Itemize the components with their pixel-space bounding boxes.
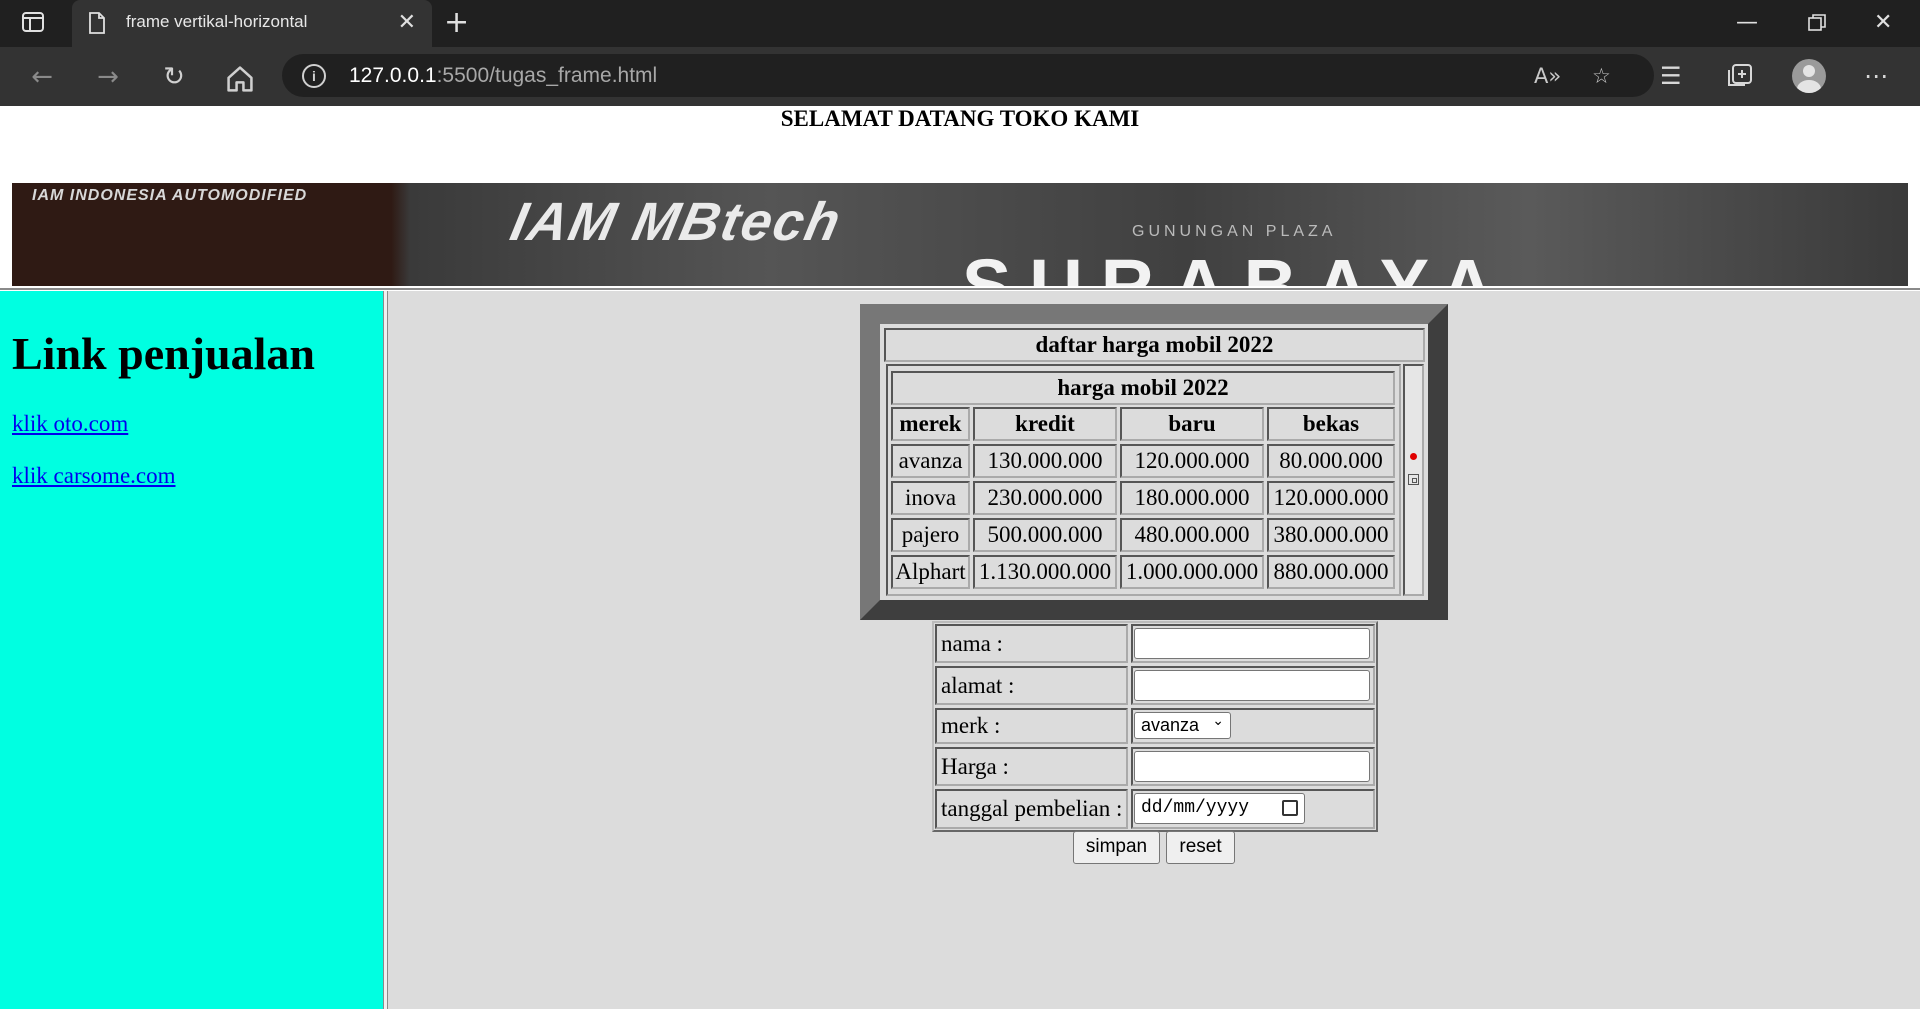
back-icon[interactable]: ← xyxy=(26,61,58,93)
link-oto[interactable]: klik oto.com xyxy=(12,411,128,437)
active-tab[interactable]: frame vertikal-horizontal ✕ xyxy=(72,0,432,47)
close-icon[interactable]: ✕ xyxy=(398,11,416,35)
table-cell: 130.000.000 xyxy=(973,444,1117,478)
calendar-icon[interactable] xyxy=(1282,800,1298,816)
reset-button[interactable]: reset xyxy=(1166,831,1235,864)
red-dot-icon xyxy=(1410,453,1417,460)
table-cell: 1.130.000.000 xyxy=(973,555,1117,589)
minimize-icon[interactable]: — xyxy=(1736,10,1758,36)
col-header: kredit xyxy=(973,407,1117,441)
address-bar[interactable]: i 127.0.0.1:5500/tugas_frame.html A» ☆ xyxy=(282,54,1654,97)
add-favorite-icon[interactable]: ☆ xyxy=(1592,63,1611,89)
browser-tab-strip: frame vertikal-horizontal ✕ + — ✕ xyxy=(0,0,1920,47)
inner-table-title: harga mobil 2022 xyxy=(891,371,1395,405)
tab-title: frame vertikal-horizontal xyxy=(126,12,308,31)
alamat-label: alamat : xyxy=(935,666,1128,705)
document-icon xyxy=(89,12,105,34)
profile-avatar-icon[interactable] xyxy=(1792,59,1826,93)
table-caption: daftar harga mobil 2022 xyxy=(884,328,1425,362)
plus-icon[interactable]: + xyxy=(444,6,469,40)
refresh-icon[interactable]: ↻ xyxy=(158,61,190,93)
date-placeholder: dd/mm/yyyy xyxy=(1141,798,1250,818)
table-cell: avanza xyxy=(891,444,970,478)
alamat-input[interactable] xyxy=(1134,670,1370,701)
restore-icon[interactable] xyxy=(1808,14,1826,32)
url-text[interactable]: 127.0.0.1:5500/tugas_frame.html xyxy=(349,64,657,88)
col-header: bekas xyxy=(1267,407,1395,441)
link-carsome[interactable]: klik carsome.com xyxy=(12,463,176,489)
harga-label: Harga : xyxy=(935,747,1128,786)
favorites-icon[interactable]: ☰ xyxy=(1660,61,1682,91)
table-cell: Alphart xyxy=(891,555,970,589)
table-cell: 80.000.000 xyxy=(1267,444,1395,478)
harga-input[interactable] xyxy=(1134,751,1370,782)
col-header: merek xyxy=(891,407,970,441)
read-aloud-icon[interactable]: A» xyxy=(1534,63,1561,89)
sidebar-frame: Link penjualan klik oto.com klik carsome… xyxy=(0,291,383,1009)
tanggal-label: tanggal pembelian : xyxy=(935,789,1128,829)
chevron-down-icon: ⌄ xyxy=(1212,713,1224,729)
home-icon[interactable] xyxy=(224,63,256,95)
more-icon[interactable]: ⋯ xyxy=(1864,61,1888,91)
simpan-button[interactable]: simpan xyxy=(1073,831,1160,864)
col-header: baru xyxy=(1120,407,1264,441)
welcome-heading: SELAMAT DATANG TOKO KAMI xyxy=(780,106,1140,131)
browser-toolbar: ← → ↻ i 127.0.0.1:5500/tugas_frame.html … xyxy=(0,47,1920,106)
table-cell: 1.000.000.000 xyxy=(1120,555,1264,589)
table-cell: 380.000.000 xyxy=(1267,518,1395,552)
nama-input[interactable] xyxy=(1134,628,1370,659)
side-cell-marker xyxy=(1403,364,1424,596)
info-icon[interactable]: i xyxy=(302,64,326,88)
table-cell: 120.000.000 xyxy=(1120,444,1264,478)
table-cell: 480.000.000 xyxy=(1120,518,1264,552)
sidebar-heading: Link penjualan xyxy=(12,328,315,379)
table-cell: inova xyxy=(891,481,970,515)
table-cell: 500.000.000 xyxy=(973,518,1117,552)
table-cell: pajero xyxy=(891,518,970,552)
table-cell: 120.000.000 xyxy=(1267,481,1395,515)
frame-divider xyxy=(0,288,1920,290)
merk-selected-value: avanza xyxy=(1141,715,1200,735)
tanggal-input[interactable]: dd/mm/yyyy xyxy=(1134,793,1305,824)
window-close-icon[interactable]: ✕ xyxy=(1874,10,1892,36)
sidebar-toggle-icon[interactable] xyxy=(22,12,44,32)
forward-icon[interactable]: → xyxy=(92,61,124,93)
nama-label: nama : xyxy=(935,624,1128,663)
merk-label: merk : xyxy=(935,708,1128,744)
collections-icon[interactable] xyxy=(1726,63,1754,89)
table-cell: 880.000.000 xyxy=(1267,555,1395,589)
square-icon xyxy=(1408,474,1419,485)
merk-select[interactable]: avanza ⌄ xyxy=(1134,712,1231,739)
banner-image: IAM INDONESIA AUTOMODIFIED IAM MBtech GU… xyxy=(12,183,1908,286)
table-cell: 230.000.000 xyxy=(973,481,1117,515)
table-cell: 180.000.000 xyxy=(1120,481,1264,515)
